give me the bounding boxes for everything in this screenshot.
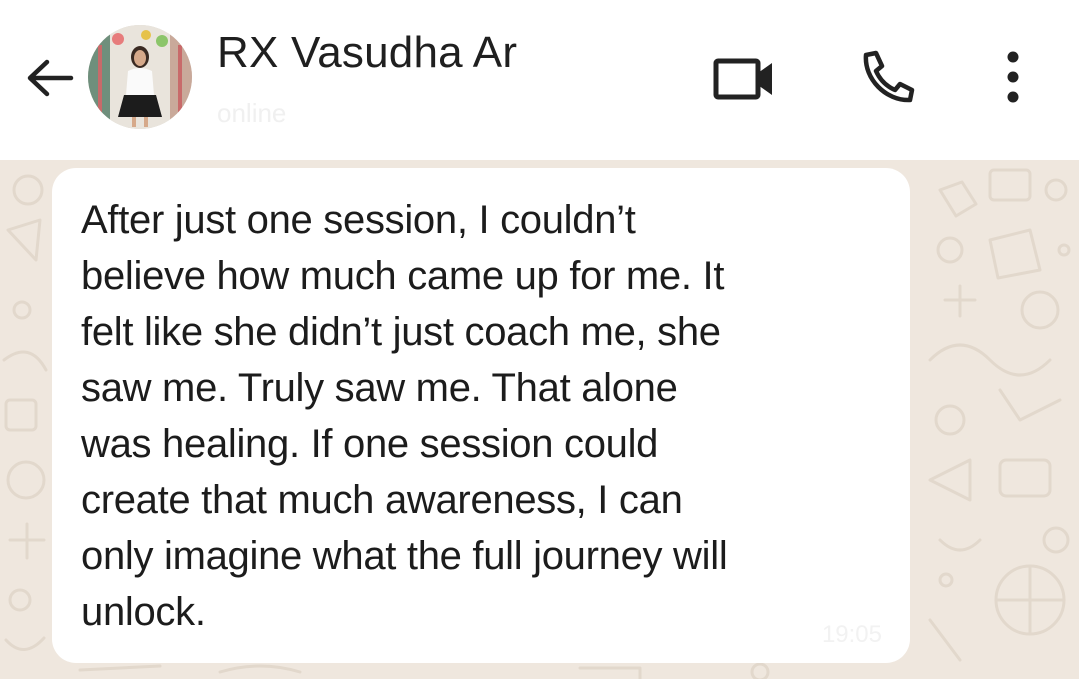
- chat-header: RX Vasudha Ar online: [0, 0, 1079, 160]
- arrow-left-icon: [27, 59, 74, 97]
- video-camera-icon: [713, 58, 772, 100]
- more-options-button[interactable]: [988, 44, 1038, 110]
- message-bubble[interactable]: After just one session, I couldn’t belie…: [52, 168, 910, 663]
- back-button[interactable]: [22, 52, 78, 104]
- message-time: 19:05: [821, 621, 882, 648]
- voice-call-button[interactable]: [850, 44, 922, 110]
- more-vertical-icon: [1007, 51, 1019, 103]
- contact-name[interactable]: RX Vasudha Ar: [217, 28, 517, 78]
- chat-screen: RX Vasudha Ar online After just one sess…: [0, 0, 1079, 679]
- message-text: After just one session, I couldn’t belie…: [81, 198, 728, 634]
- contact-status: online: [217, 98, 287, 128]
- chat-area[interactable]: After just one session, I couldn’t belie…: [0, 160, 1079, 679]
- phone-icon: [863, 50, 915, 103]
- video-call-button[interactable]: [706, 46, 782, 110]
- avatar-photo: [88, 25, 192, 129]
- contact-avatar[interactable]: [88, 25, 192, 129]
